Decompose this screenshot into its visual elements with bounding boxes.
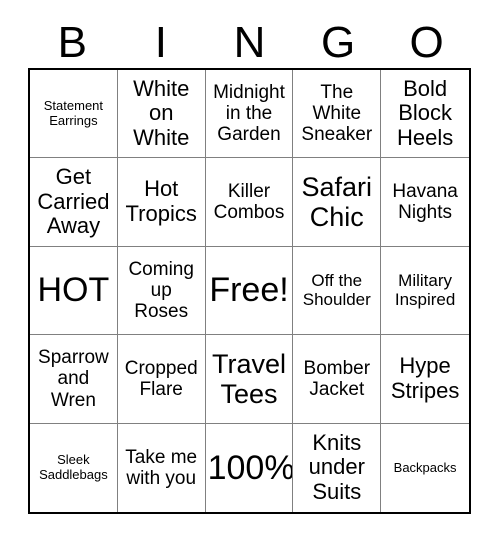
bingo-cell[interactable]: Military Inspired <box>381 246 469 336</box>
bingo-cell[interactable]: Havana Nights <box>381 158 469 247</box>
bingo-cell-label: 100% <box>207 448 294 487</box>
bingo-cell[interactable]: Sleek Saddlebags <box>30 423 118 512</box>
header-letter-g: G <box>320 18 356 67</box>
bingo-cell-label: Free! <box>209 271 289 310</box>
bingo-cell[interactable]: Killer Combos <box>205 158 294 247</box>
bingo-cell-label: White on White <box>133 75 190 150</box>
bingo-cell-label: Midnight in the Garden <box>213 81 285 146</box>
bingo-cell-label: Cropped Flare <box>124 357 198 400</box>
bingo-cell[interactable]: Cropped Flare <box>117 335 206 424</box>
bingo-card: B I N G O Statement Earrings White on Whi… <box>0 0 500 544</box>
header-letter-n: N <box>233 18 266 67</box>
bingo-cell-label: The White Sneaker <box>301 81 373 146</box>
bingo-cell-label: Havana Nights <box>392 180 458 224</box>
bingo-cell-label: Backpacks <box>393 459 457 475</box>
bingo-cell-label: Get Carried Away <box>37 164 110 239</box>
bingo-cell[interactable]: Get Carried Away <box>30 158 118 247</box>
bingo-cell-label: Coming up Roses <box>128 258 194 323</box>
bingo-cell-label: Sleek Saddlebags <box>39 452 108 482</box>
bingo-cell[interactable]: Bold Block Heels <box>381 70 469 159</box>
bingo-cell-label: Bomber Jacket <box>303 357 371 400</box>
bingo-cell-label: Off the Shoulder <box>302 271 371 310</box>
bingo-cell[interactable]: Hype Stripes <box>381 335 469 424</box>
bingo-cell-label: Hot Tropics <box>125 176 197 227</box>
bingo-cell[interactable]: 100% <box>205 423 294 512</box>
bingo-cell[interactable]: Take me with you <box>117 423 206 512</box>
bingo-cell-label: Sparrow and Wren <box>38 346 109 411</box>
bingo-cell[interactable]: Knits under Suits <box>293 423 382 512</box>
bingo-cell-label: HOT <box>37 271 110 310</box>
bingo-cell[interactable]: Sparrow and Wren <box>30 335 118 424</box>
bingo-cell-label: Hype Stripes <box>390 353 460 403</box>
bingo-cell[interactable]: Statement Earrings <box>30 70 118 159</box>
bingo-cell[interactable]: Travel Tees <box>205 335 294 424</box>
bingo-cell-label: Safari Chic <box>301 171 373 233</box>
bingo-cell[interactable]: HOT <box>30 246 118 336</box>
bingo-cell[interactable]: Free! <box>205 246 294 336</box>
bingo-cell-label: Knits under Suits <box>308 429 365 505</box>
bingo-cell-label: Travel Tees <box>211 348 286 409</box>
bingo-cell[interactable]: Off the Shoulder <box>293 246 382 336</box>
bingo-cell[interactable]: Hot Tropics <box>117 158 206 247</box>
bingo-cell[interactable]: Midnight in the Garden <box>205 70 294 159</box>
bingo-grid: Statement Earrings White on White Midnight… <box>28 68 471 514</box>
bingo-header: B I N G O <box>28 18 471 68</box>
bingo-cell[interactable]: White on White <box>117 70 206 159</box>
bingo-cell[interactable]: Bomber Jacket <box>293 335 382 424</box>
bingo-cell-label: Killer Combos <box>213 180 285 224</box>
header-letter-o: O <box>409 18 444 67</box>
bingo-cell-label: Bold Block Heels <box>396 75 454 150</box>
bingo-cell-label: Take me with you <box>125 446 198 489</box>
header-letter-b: B <box>57 18 87 67</box>
bingo-cell-label: Military Inspired <box>394 271 456 310</box>
bingo-cell[interactable]: Backpacks <box>381 423 469 512</box>
bingo-cell[interactable]: Safari Chic <box>293 158 382 247</box>
header-letter-i: I <box>154 18 167 67</box>
bingo-cell[interactable]: The White Sneaker <box>293 70 382 159</box>
bingo-cell-label: Statement Earrings <box>43 98 104 128</box>
bingo-cell[interactable]: Coming up Roses <box>117 246 206 336</box>
